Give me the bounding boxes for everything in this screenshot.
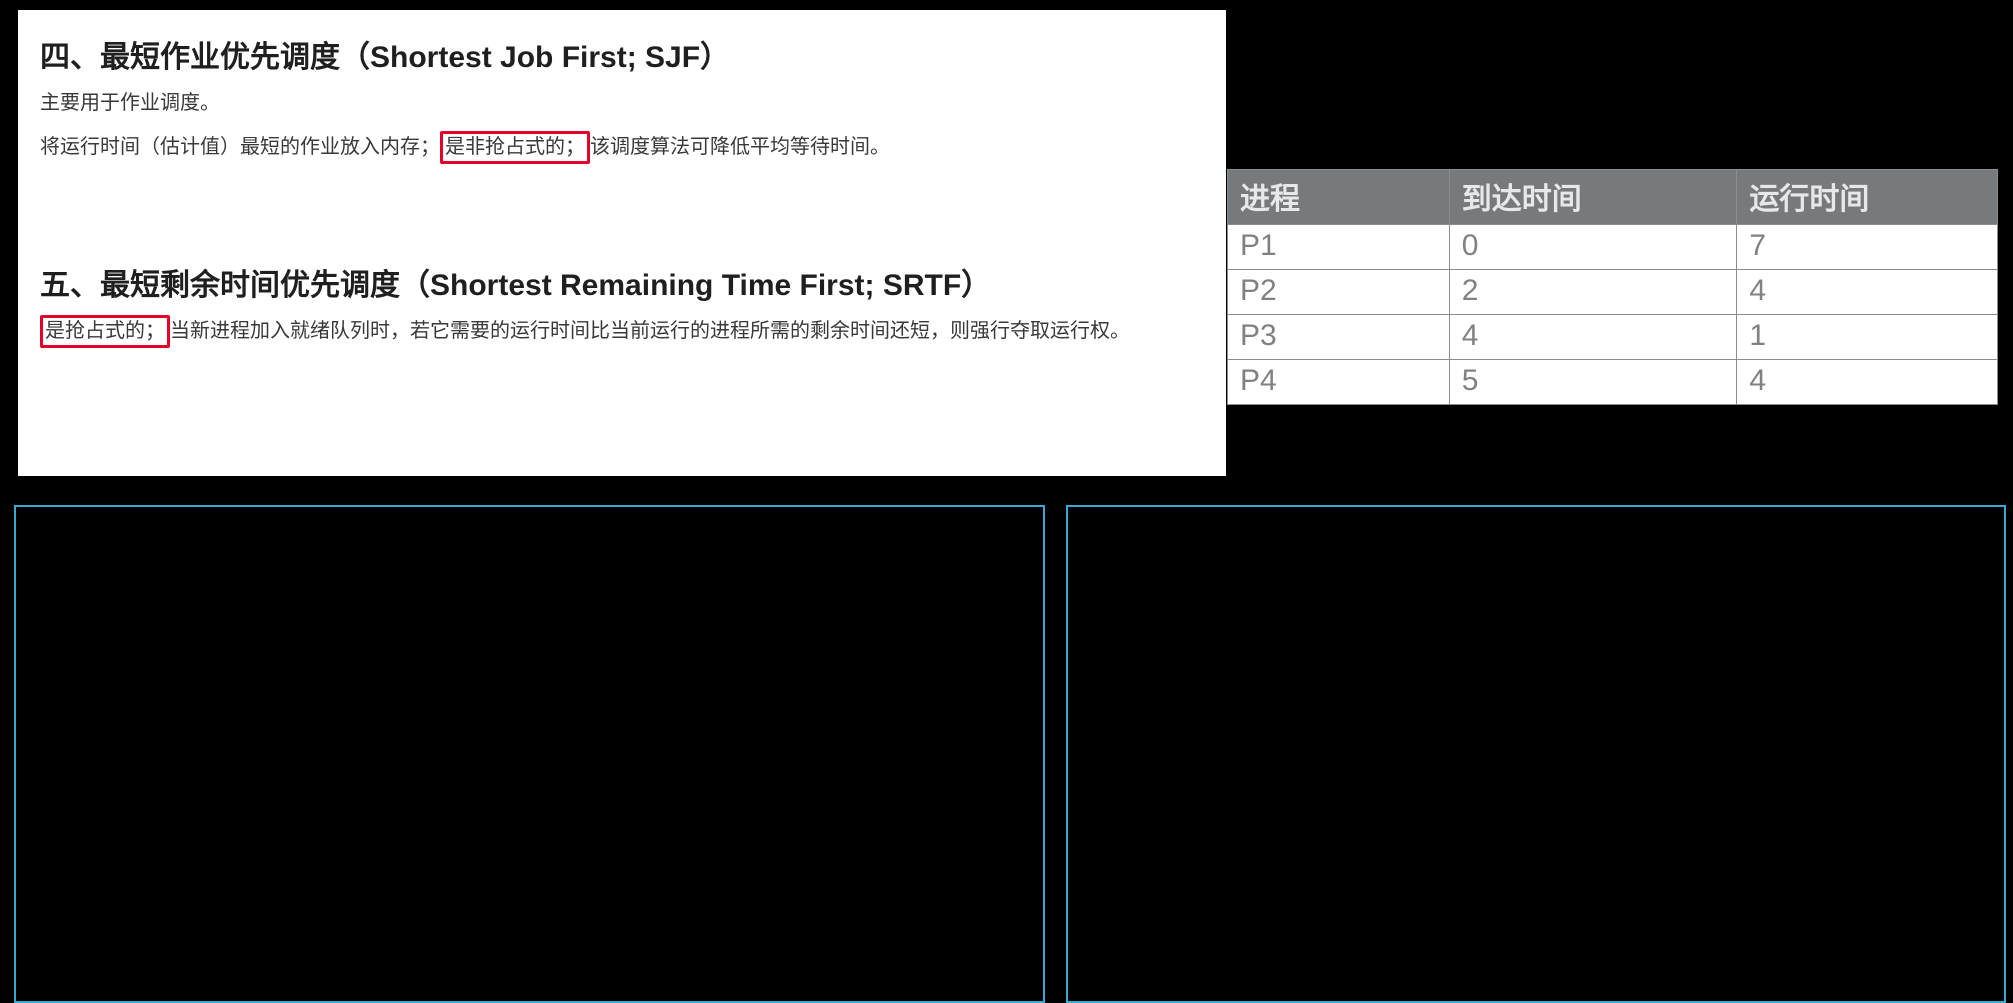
cell-runtime: 1 (1737, 315, 1998, 360)
table-header-row: 进程 到达时间 运行时间 (1228, 170, 1998, 225)
cell-arrival: 4 (1449, 315, 1737, 360)
table-header-process: 进程 (1228, 170, 1450, 225)
cell-arrival: 2 (1449, 270, 1737, 315)
section5-heading: 五、最短剩余时间优先调度（Shortest Remaining Time Fir… (40, 260, 1204, 304)
process-table: 进程 到达时间 运行时间 P1 0 7 P2 2 4 P3 4 (1227, 169, 1998, 405)
section5-p1-rest: 当新进程加入就绪队列时，若它需要的运行时间比当前运行的进程所需的剩余时间还短，则… (170, 320, 1130, 342)
cell-process: P4 (1228, 360, 1450, 405)
cell-arrival: 0 (1449, 225, 1737, 270)
table-header-runtime: 运行时间 (1737, 170, 1998, 225)
table-row: P4 5 4 (1228, 360, 1998, 405)
cell-process: P1 (1228, 225, 1450, 270)
cell-runtime: 4 (1737, 360, 1998, 405)
section4-paragraph-1: 主要用于作业调度。 (40, 86, 1204, 120)
cell-arrival: 5 (1449, 360, 1737, 405)
section5-paragraph-1: 是抢占式的；当新进程加入就绪队列时，若它需要的运行时间比当前运行的进程所需的剩余… (40, 314, 1204, 348)
article-card: 四、最短作业优先调度（Shortest Job First; SJF） 主要用于… (18, 10, 1226, 476)
cell-process: P2 (1228, 270, 1450, 315)
cell-runtime: 4 (1737, 270, 1998, 315)
section4-p2-prefix: 将运行时间（估计值）最短的作业放入内存； (40, 136, 440, 158)
table-row: P2 2 4 (1228, 270, 1998, 315)
cell-runtime: 7 (1737, 225, 1998, 270)
section5-highlight-box: 是抢占式的； (40, 315, 170, 348)
table-row: P3 4 1 (1228, 315, 1998, 360)
empty-box-right (1066, 505, 2006, 1003)
section4-heading: 四、最短作业优先调度（Shortest Job First; SJF） (40, 32, 1204, 76)
table-row: P1 0 7 (1228, 225, 1998, 270)
table-header-arrival: 到达时间 (1449, 170, 1737, 225)
empty-box-left (14, 505, 1045, 1003)
cell-process: P3 (1228, 315, 1450, 360)
section4-highlight-box: 是非抢占式的； (440, 131, 590, 164)
section4-p2-suffix: 该调度算法可降低平均等待时间。 (590, 136, 890, 158)
section4-paragraph-2: 将运行时间（估计值）最短的作业放入内存；是非抢占式的；该调度算法可降低平均等待时… (40, 130, 1204, 164)
